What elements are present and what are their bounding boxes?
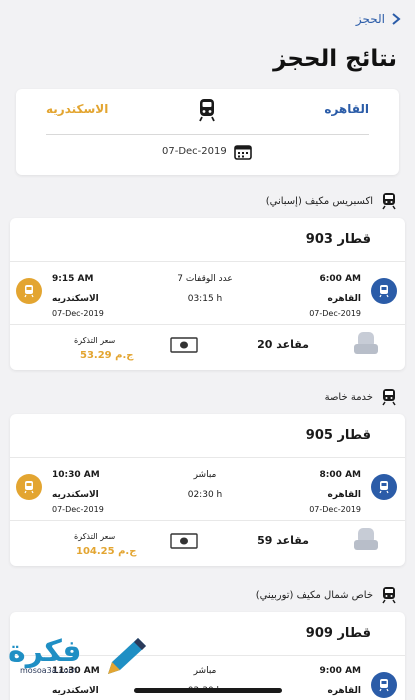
- train-icon: [379, 481, 389, 494]
- cash-icon: [170, 337, 198, 353]
- stops-count: 7 عدد الوقفات: [177, 274, 233, 284]
- service-label: خدمة خاصة: [324, 391, 373, 403]
- train-name: قطار 909: [305, 626, 371, 641]
- arrival-station: الاسكندريه: [52, 294, 99, 304]
- ticket-price: 53.29 ج.م: [80, 350, 134, 361]
- departure-marker: [371, 672, 397, 698]
- train-icon: [379, 285, 389, 298]
- service-section-header: خاص شمال مكيف (توربيني): [256, 586, 397, 604]
- service-section-header: اكسبريس مكيف (إسباني): [266, 192, 397, 210]
- train-icon: [382, 389, 396, 406]
- price-label: سعر التذكرة: [74, 336, 116, 345]
- train-icon: [199, 99, 215, 122]
- trip-duration: 02:30 h: [187, 490, 223, 500]
- arrival-time: 10:30 AM: [52, 470, 100, 480]
- arrival-marker: [16, 278, 42, 304]
- train-name: قطار 903: [305, 232, 371, 247]
- route-divider: [46, 134, 369, 135]
- cash-icon: [170, 533, 198, 549]
- train-icon: [382, 193, 396, 210]
- arrival-station: الاسكندريه: [52, 490, 99, 500]
- route-date[interactable]: 07-Dec-2019: [162, 146, 227, 157]
- train-icon: [382, 587, 396, 604]
- available-seats: 59 مقاعد: [257, 534, 309, 547]
- pencil-icon: [108, 638, 146, 674]
- divider: [10, 457, 405, 458]
- route-to-station: الاسكندريه: [46, 102, 109, 116]
- service-label: اكسبريس مكيف (إسباني): [265, 195, 373, 207]
- train-result-card[interactable]: قطار 903 6:00 AM القاهره 07-Dec-2019 7 ع…: [10, 218, 405, 370]
- departure-marker: [371, 474, 397, 500]
- departure-time: 6:00 AM: [319, 274, 361, 284]
- service-section-header: خدمة خاصة: [325, 388, 397, 406]
- divider: [10, 324, 405, 325]
- departure-date: 07-Dec-2019: [309, 505, 361, 514]
- route-summary-card[interactable]: القاهره الاسكندريه 07-Dec-2019: [16, 89, 399, 175]
- train-icon: [24, 285, 34, 298]
- trip-duration: 03:15 h: [187, 294, 223, 304]
- stops-count: مباشر: [193, 666, 217, 676]
- arrival-station: الاسكندريه: [52, 686, 99, 696]
- divider: [10, 261, 405, 262]
- seat-icon: [354, 332, 378, 354]
- chevron-right-icon: [392, 13, 401, 25]
- price-label: سعر التذكرة: [74, 532, 116, 541]
- calendar-icon[interactable]: [234, 144, 252, 160]
- service-label: خاص شمال مكيف (توربيني): [255, 589, 373, 601]
- arrival-time: 9:15 AM: [52, 274, 94, 284]
- home-indicator[interactable]: [134, 688, 282, 693]
- train-icon: [24, 481, 34, 494]
- seat-icon: [354, 528, 378, 550]
- divider: [10, 520, 405, 521]
- arrival-marker: [16, 474, 42, 500]
- stops-count: مباشر: [193, 470, 217, 480]
- watermark-logo: فكرة mosoa3a.com: [6, 632, 156, 682]
- page-title: نتائج الحجز: [273, 46, 397, 72]
- departure-station: القاهره: [327, 490, 361, 500]
- available-seats: 20 مقاعد: [257, 338, 309, 351]
- ticket-price: 104.25 ج.م: [76, 546, 137, 557]
- departure-station: القاهره: [327, 686, 361, 696]
- train-result-card[interactable]: قطار 905 8:00 AM القاهره 07-Dec-2019 مبا…: [10, 414, 405, 566]
- train-name: قطار 905: [305, 428, 371, 443]
- route-from-station: القاهره: [324, 102, 369, 116]
- top-bar: الحجز: [0, 0, 415, 38]
- train-icon: [379, 679, 389, 692]
- departure-time: 8:00 AM: [319, 470, 361, 480]
- departure-marker: [371, 278, 397, 304]
- departure-station: القاهره: [327, 294, 361, 304]
- arrival-date: 07-Dec-2019: [52, 505, 104, 514]
- arrival-date: 07-Dec-2019: [52, 309, 104, 318]
- departure-time: 9:00 AM: [319, 666, 361, 676]
- back-button[interactable]: الحجز: [356, 12, 403, 26]
- back-label: الحجز: [355, 12, 385, 26]
- departure-date: 07-Dec-2019: [309, 309, 361, 318]
- watermark-sub: mosoa3a.com: [20, 666, 77, 675]
- watermark-text: فكرة: [8, 634, 82, 669]
